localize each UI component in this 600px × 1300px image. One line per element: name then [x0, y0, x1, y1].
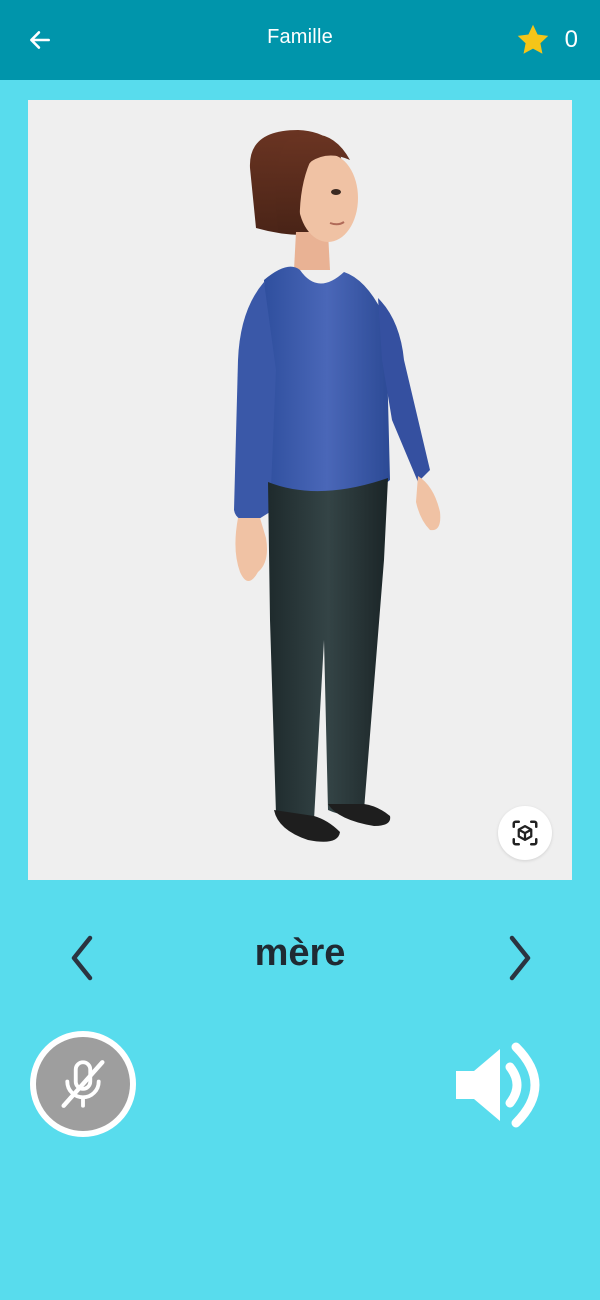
microphone-button[interactable]: [30, 1031, 136, 1137]
score-value: 0: [564, 26, 578, 53]
model-viewer[interactable]: [28, 100, 572, 880]
score-counter: 0: [515, 22, 578, 58]
page-title: Famille: [267, 26, 333, 48]
next-word-button[interactable]: [492, 928, 548, 988]
top-app-bar: Famille 0: [0, 0, 600, 80]
microphone-button-face: [36, 1037, 130, 1131]
chevron-right-icon: [509, 935, 531, 981]
word-navigator: mère: [0, 920, 600, 996]
speaker-icon: [456, 1042, 540, 1128]
play-audio-button[interactable]: [448, 1035, 552, 1135]
ar-cube-icon: [512, 820, 538, 846]
microphone-off-icon: [61, 1060, 105, 1108]
star-icon: [517, 24, 548, 54]
ar-view-button[interactable]: [498, 806, 552, 860]
woman-3d-model: [234, 130, 441, 842]
